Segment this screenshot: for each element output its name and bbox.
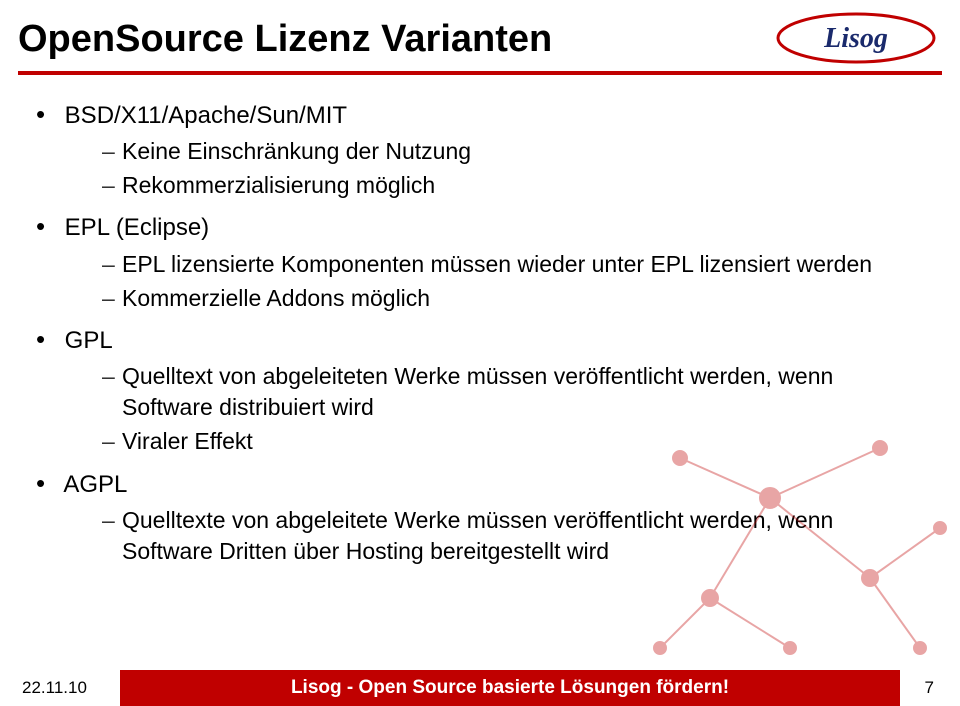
network-graphic-icon	[620, 418, 960, 678]
sub-item: Kommerzielle Addons möglich	[102, 283, 920, 314]
bullet-bsd: BSD/X11/Apache/Sun/MIT Keine Einschränku…	[58, 97, 920, 201]
sub-item: EPL lizensierte Komponenten müssen wiede…	[102, 249, 920, 280]
bullet-epl: EPL (Eclipse) EPL lizensierte Komponente…	[58, 209, 920, 313]
footer: 22.11.10 Lisog - Open Source basierte Lö…	[0, 670, 960, 706]
sub-item: Quelltext von abgeleiteten Werke müssen …	[102, 361, 920, 423]
logo-text: Lisog	[823, 23, 888, 54]
bullet-label: BSD/X11/Apache/Sun/MIT	[65, 102, 347, 129]
footer-date: 22.11.10	[0, 678, 120, 698]
bullet-label: GPL	[65, 327, 113, 354]
bullet-label: EPL (Eclipse)	[65, 214, 210, 241]
lisog-logo-icon: Lisog	[772, 10, 940, 66]
bullet-label: AGPL	[63, 471, 127, 498]
sub-item: Rekommerzialisierung möglich	[102, 170, 920, 201]
slide: Lisog OpenSource Lizenz Varianten BSD/X1…	[0, 0, 960, 706]
logo: Lisog	[772, 10, 940, 66]
footer-page: 7	[900, 678, 960, 698]
footer-center: Lisog - Open Source basierte Lösungen fö…	[120, 670, 900, 706]
sub-item: Keine Einschränkung der Nutzung	[102, 136, 920, 167]
